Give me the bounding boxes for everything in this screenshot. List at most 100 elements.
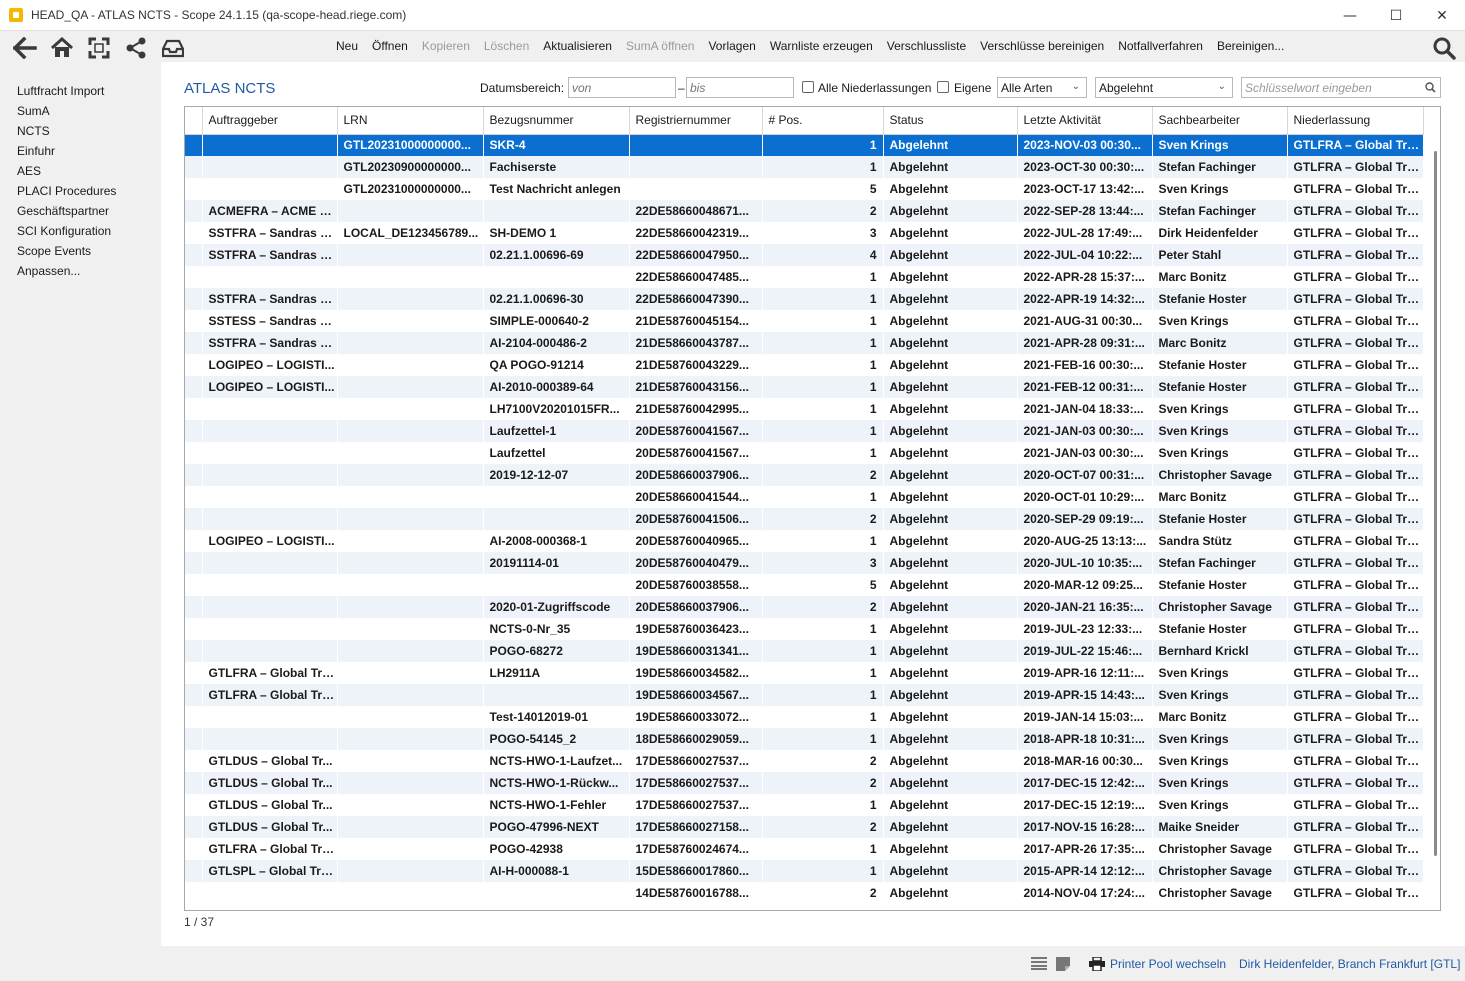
table-row[interactable]: GTL20231000000000... SKR-4 1 Abgelehnt 2023-… (185, 134, 1423, 156)
home-icon[interactable] (49, 35, 74, 60)
table-row[interactable]: SSTFRA – Sandras gr... 02.21.1.00696-69 22… (185, 244, 1423, 266)
current-user-link[interactable]: Dirk Heidenfelder, Branch Frankfurt [GTL… (1239, 957, 1460, 971)
table-row[interactable]: GTLDUS – Global Tr... POGO-47996-NEXT 17DE… (185, 816, 1423, 838)
table-row[interactable]: 20DE58760038558... 5 Abgelehnt 2020-MAR-12 … (185, 574, 1423, 596)
table-row[interactable]: 22DE58660047485... 1 Abgelehnt 2022-APR-28 … (185, 266, 1423, 288)
table-row[interactable]: LOGIPEO – LOGISTI... QA POGO-91214 21DE587… (185, 354, 1423, 376)
column-header-reference[interactable]: Bezugsnummer (483, 107, 630, 135)
table-row[interactable]: SSTESS – Sandras kl... SIMPLE-000640-2 21D… (185, 310, 1423, 332)
cell-positions: 2 (762, 200, 883, 222)
sidebar-item-scope-events[interactable]: Scope Events (0, 241, 160, 261)
all-branches-checkbox[interactable] (802, 81, 814, 93)
table-row[interactable]: ACMEFRA – ACME Fr... 22DE58660048671... 2 A… (185, 200, 1423, 222)
table-row[interactable]: Laufzettel-1 20DE58760041567... 1 Abgelehnt… (185, 420, 1423, 442)
column-header-branch[interactable]: Niederlassung (1287, 107, 1424, 135)
share-icon[interactable] (123, 35, 148, 60)
table-row[interactable]: 20DE58660041544... 1 Abgelehnt 2020-OCT-01 … (185, 486, 1423, 508)
sidebar-item-luftfracht-import[interactable]: Luftfracht Import (0, 81, 160, 101)
toolbar-item-warnliste-erzeugen[interactable]: Warnliste erzeugen (763, 39, 880, 53)
toolbar-item-suma-öffnen[interactable]: SumA öffnen (619, 39, 702, 53)
table-row[interactable]: SSTFRA – Sandras gr... 02.21.1.00696-30 22… (185, 288, 1423, 310)
table-row[interactable]: NCTS-0-Nr_35 19DE58760036423... 1 Abgelehnt… (185, 618, 1423, 640)
table-row[interactable]: LOGIPEO – LOGISTI... AI-2010-000389-64 21D… (185, 376, 1423, 398)
cell-positions: 1 (869, 358, 877, 372)
fullscreen-icon[interactable] (86, 35, 111, 60)
sidebar-item-anpassen[interactable]: Anpassen... (0, 261, 160, 281)
table-row[interactable]: GTL20230900000000... Fachiserste 1 Abgelehn… (185, 156, 1423, 178)
column-header-clerk[interactable]: Sachbearbeiter (1152, 107, 1288, 135)
table-row[interactable]: SSTFRA – Sandras gr... AI-2104-000486-2 21… (185, 332, 1423, 354)
table-row[interactable]: GTLDUS – Global Tr... NCTS-HWO-1-Rückw...… (185, 772, 1423, 794)
back-arrow-icon[interactable] (12, 35, 37, 60)
toolbar-item-vorlagen[interactable]: Vorlagen (701, 39, 762, 53)
table-row[interactable]: 2020-01-Zugriffscode 20DE58660037906... 2 A… (185, 596, 1423, 618)
toolbar-item-kopieren[interactable]: Kopieren (415, 39, 477, 53)
table-row[interactable]: GTLFRA – Global Tra... POGO-42938 17DE5876… (185, 838, 1423, 860)
cell-clerk: Marc Bonitz (1158, 270, 1227, 284)
toolbar-item-bereinigen[interactable]: Bereinigen... (1210, 39, 1291, 53)
status-select[interactable]: Abgelehnt ⌄ (1095, 77, 1233, 98)
column-header-last-activity[interactable]: Letzte Aktivität (1017, 107, 1153, 135)
column-header-positions[interactable]: # Pos. (762, 107, 884, 135)
note-icon[interactable] (1056, 957, 1070, 974)
toolbar-item-notfallverfahren[interactable]: Notfallverfahren (1111, 39, 1210, 53)
toolbar-item-öffnen[interactable]: Öffnen (365, 39, 415, 53)
table-row[interactable]: GTLFRA – Global Tra... 19DE58660034567...… (185, 684, 1423, 706)
column-header-lrn[interactable]: LRN (337, 107, 484, 135)
table-row[interactable]: GTL20231000000000... Test Nachricht anleg… (185, 178, 1423, 200)
sidebar-item-suma[interactable]: SumA (0, 101, 160, 121)
toolbar-item-neu[interactable]: Neu (329, 39, 365, 53)
cell-registration: 20DE58760040479... (629, 552, 762, 574)
table-row[interactable]: GTLDUS – Global Tr... NCTS-HWO-1-Fehler 17… (185, 794, 1423, 816)
sidebar-item-aes[interactable]: AES (0, 161, 160, 181)
cell-reference: SH-DEMO 1 (489, 226, 557, 240)
printer-icon[interactable] (1089, 956, 1105, 974)
sidebar-item-sci-konfiguration[interactable]: SCI Konfiguration (0, 221, 160, 241)
search-icon[interactable] (1431, 35, 1457, 61)
date-from-input[interactable] (568, 77, 676, 98)
list-view-icon[interactable] (1031, 957, 1047, 973)
cell-status: Abgelehnt (883, 156, 1017, 178)
table-row[interactable]: 20191114-01 20DE58760040479... 3 Abgelehnt 2… (185, 552, 1423, 574)
table-row[interactable]: POGO-68272 19DE58660031341... 1 Abgelehnt 20… (185, 640, 1423, 662)
table-row[interactable]: LOGIPEO – LOGISTI... AI-2008-000368-1 20DE… (185, 530, 1423, 552)
type-select[interactable]: Alle Arten ⌄ (997, 77, 1087, 98)
table-row[interactable]: GTLDUS – Global Tr... NCTS-HWO-1-Laufzet.… (185, 750, 1423, 772)
column-header-status[interactable]: Status (883, 107, 1018, 135)
cell-registration: 17DE58660027537... (629, 772, 762, 794)
inbox-icon[interactable] (160, 35, 185, 60)
cell-lrn (337, 860, 483, 882)
column-header-client[interactable]: Auftraggeber (202, 107, 338, 135)
maximize-button[interactable]: ☐ (1373, 0, 1419, 31)
keyword-search-field[interactable]: Schlüsselwort eingeben (1241, 77, 1441, 98)
table-row[interactable]: Laufzettel 20DE58760041567... 1 Abgelehnt 20… (185, 442, 1423, 464)
minimize-button[interactable]: — (1327, 0, 1373, 31)
table-row[interactable]: 14DE58760016788... 2 Abgelehnt 2014-NOV-04 … (185, 882, 1423, 904)
toolbar-item-löschen[interactable]: Löschen (477, 39, 536, 53)
vertical-scrollbar[interactable] (1434, 151, 1437, 856)
cell-positions: 1 (869, 270, 877, 284)
printer-pool-link[interactable]: Printer Pool wechseln (1110, 957, 1226, 971)
cell-positions: 1 (762, 134, 883, 156)
toolbar-item-verschlüsse-bereinigen[interactable]: Verschlüsse bereinigen (973, 39, 1111, 53)
table-row[interactable]: 20DE58760041506... 2 Abgelehnt 2020-SEP-29 … (185, 508, 1423, 530)
table-row[interactable]: POGO-54145_2 18DE58660029059... 1 Abgelehnt… (185, 728, 1423, 750)
sidebar-item-einfuhr[interactable]: Einfuhr (0, 141, 160, 161)
table-row[interactable]: 2019-12-12-07 20DE58660037906... 2 Abgelehn… (185, 464, 1423, 486)
date-to-input[interactable] (686, 77, 794, 98)
own-checkbox[interactable] (937, 81, 949, 93)
row-selector (185, 882, 202, 904)
table-row[interactable]: SSTFRA – Sandras gr... LOCAL_DE123456789.… (185, 222, 1423, 244)
sidebar-item-placi-procedures[interactable]: PLACI Procedures (0, 181, 160, 201)
toolbar-item-aktualisieren[interactable]: Aktualisieren (536, 39, 619, 53)
toolbar-item-verschlussliste[interactable]: Verschlussliste (880, 39, 973, 53)
table-row[interactable]: LH7100V20201015FR... 21DE58760042995... 1 A… (185, 398, 1423, 420)
table-row[interactable]: Test-14012019-01 19DE58660033072... 1 Abgel… (185, 706, 1423, 728)
cell-registration: 20DE58760040965... (635, 534, 749, 548)
table-row[interactable]: GTLFRA – Global Tra... LH2911A 19DE5866003… (185, 662, 1423, 684)
close-button[interactable]: ✕ (1419, 0, 1465, 31)
column-header-registration[interactable]: Registriernummer (629, 107, 763, 135)
sidebar-item-geschäftspartner[interactable]: Geschäftspartner (0, 201, 160, 221)
sidebar-item-ncts[interactable]: NCTS (0, 121, 160, 141)
table-row[interactable]: GTLSPL – Global Tra... AI-H-000088-1 15DE5… (185, 860, 1423, 882)
